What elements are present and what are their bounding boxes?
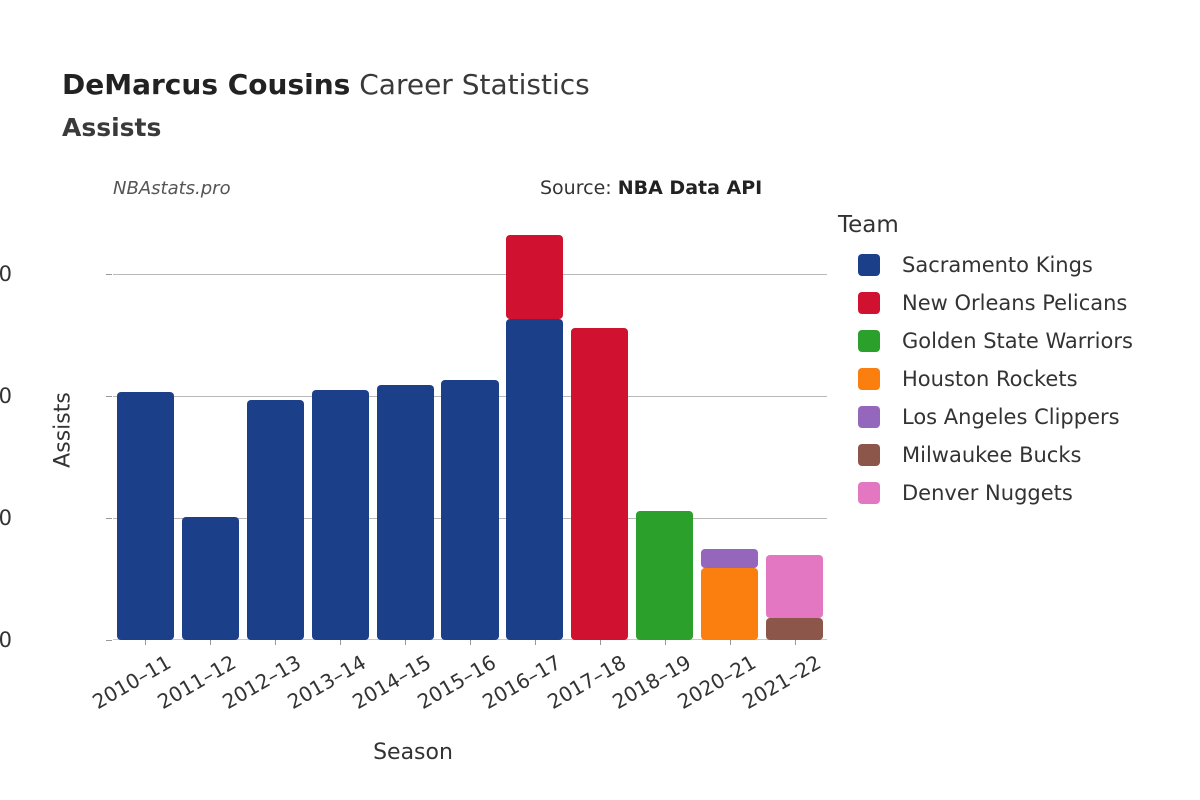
bar-group[interactable] <box>181 516 239 640</box>
legend-items: Sacramento Kings New Orleans Pelicans Gold… <box>838 246 1198 512</box>
bar-group[interactable] <box>765 554 824 640</box>
bar-group[interactable] <box>701 548 759 640</box>
bar-segment[interactable] <box>311 389 369 640</box>
x-tick-mark <box>534 640 536 645</box>
x-tick-mark <box>664 640 666 645</box>
title-suffix: Career Statistics <box>359 68 590 101</box>
legend-label: Houston Rockets <box>902 367 1078 391</box>
x-tick-mark <box>729 640 731 645</box>
x-tick-mark <box>470 640 471 645</box>
page-title: DeMarcus Cousins Career Statistics <box>62 68 590 101</box>
bar-group[interactable] <box>246 399 304 640</box>
y-tick-label: 0 <box>0 628 12 652</box>
bar-group[interactable] <box>506 234 564 640</box>
bar-group[interactable] <box>311 389 369 640</box>
legend-item[interactable]: Houston Rockets <box>838 360 1198 398</box>
legend-label: Sacramento Kings <box>902 253 1093 277</box>
bar-segment[interactable] <box>116 392 174 640</box>
bar-segment[interactable] <box>765 554 824 619</box>
y-tick-mark <box>106 273 112 275</box>
legend-swatch-icon <box>858 330 880 352</box>
y-axis-label: Assists <box>50 391 76 468</box>
y-tick-label: 100 <box>0 505 12 530</box>
bar-segment[interactable] <box>701 568 759 640</box>
x-tick-mark <box>275 640 277 645</box>
source-value: NBA Data API <box>617 177 763 199</box>
bar-group[interactable] <box>636 510 694 640</box>
legend-swatch-icon <box>858 368 880 390</box>
legend-item[interactable]: Golden State Warriors <box>838 322 1198 360</box>
bar-segment[interactable] <box>506 234 564 320</box>
x-tick-mark <box>340 640 342 645</box>
y-tick-label: 300 <box>0 261 12 286</box>
legend: Team Sacramento Kings New Orleans Pelican… <box>838 212 1198 512</box>
legend-swatch-icon <box>858 292 880 314</box>
bar-group[interactable] <box>376 384 434 640</box>
x-axis-label: Season <box>373 740 453 765</box>
x-tick-mark <box>210 640 212 645</box>
legend-swatch-icon <box>858 482 880 504</box>
y-tick-mark <box>106 517 112 519</box>
chart-page: DeMarcus Cousins Career Statistics Assis… <box>0 0 1200 800</box>
bar-group[interactable] <box>116 392 174 640</box>
y-tick-mark <box>106 640 112 641</box>
bar-segment[interactable] <box>571 327 629 640</box>
bar-segment[interactable] <box>441 380 499 640</box>
source-label: Source: <box>540 177 612 199</box>
bar-segment[interactable] <box>701 548 759 569</box>
legend-label: Golden State Warriors <box>902 329 1133 353</box>
gridline <box>113 273 827 275</box>
x-tick-mark <box>794 640 796 645</box>
bar-segment[interactable] <box>765 618 824 640</box>
bar-segment[interactable] <box>246 399 304 640</box>
bar-group[interactable] <box>571 327 629 640</box>
watermark-text: NBAstats.pro <box>113 178 231 199</box>
bar-group[interactable] <box>441 380 499 640</box>
legend-label: Denver Nuggets <box>902 481 1073 505</box>
legend-item[interactable]: Milwaukee Bucks <box>838 436 1198 474</box>
y-tick-mark <box>106 395 112 397</box>
legend-label: Milwaukee Bucks <box>902 443 1082 467</box>
legend-item[interactable]: New Orleans Pelicans <box>838 284 1198 322</box>
x-tick-mark <box>145 640 147 645</box>
legend-swatch-icon <box>858 406 880 428</box>
legend-item[interactable]: Los Angeles Clippers <box>838 398 1198 436</box>
bar-segment[interactable] <box>506 319 564 640</box>
legend-title: Team <box>838 212 899 238</box>
source-attribution: Source: NBA Data API <box>540 177 762 199</box>
legend-item[interactable]: Denver Nuggets <box>838 474 1198 512</box>
player-name: DeMarcus Cousins <box>62 68 351 101</box>
legend-item[interactable]: Sacramento Kings <box>838 246 1198 284</box>
legend-label: New Orleans Pelicans <box>902 291 1128 315</box>
x-tick-mark <box>405 640 407 645</box>
bar-segment[interactable] <box>376 384 434 640</box>
bar-segment[interactable] <box>181 516 239 640</box>
legend-label: Los Angeles Clippers <box>902 405 1120 429</box>
legend-swatch-icon <box>858 444 880 466</box>
page-subtitle: Assists <box>62 113 162 142</box>
y-tick-label: 200 <box>0 383 12 408</box>
x-tick-mark <box>599 640 601 645</box>
bar-segment[interactable] <box>636 510 694 640</box>
legend-swatch-icon <box>858 254 880 276</box>
plot-area: Assists <box>50 219 827 640</box>
